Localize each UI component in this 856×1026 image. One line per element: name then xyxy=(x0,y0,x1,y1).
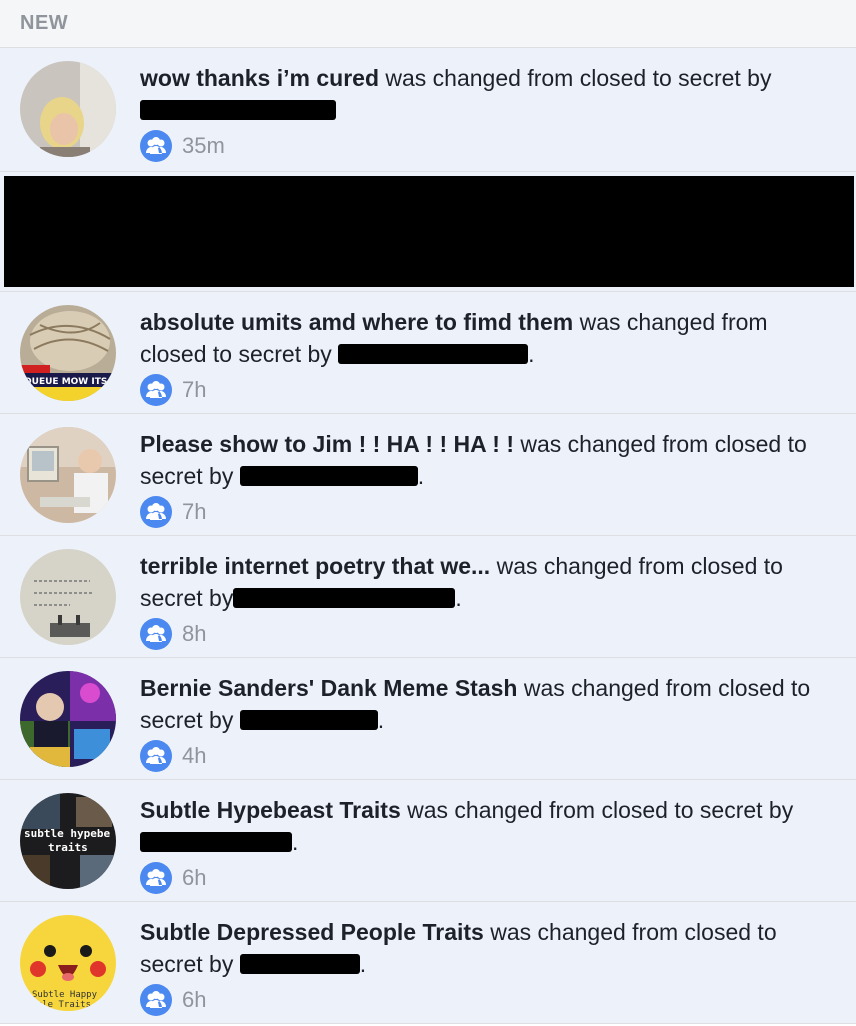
notification-item[interactable]: wow thanks i’m cured was changed from cl… xyxy=(0,48,856,172)
notification-item[interactable]: Bernie Sanders' Dank Meme Stash was chan… xyxy=(0,658,856,780)
notification-meta: 7h xyxy=(140,496,836,528)
group-avatar[interactable] xyxy=(20,671,116,767)
notification-text: terrible internet poetry that we... was … xyxy=(140,553,783,611)
notification-item[interactable]: QUEUE MOW ITS O absolute umits amd where… xyxy=(0,292,856,414)
notification-item[interactable]: Subtle Happy eople Traits Subtle Depress… xyxy=(0,902,856,1024)
group-icon xyxy=(140,374,172,406)
notification-text: Subtle Hypebeast Traits was changed from… xyxy=(140,797,794,855)
notification-meta: 8h xyxy=(140,618,836,650)
svg-text:QUEUE MOW ITS O: QUEUE MOW ITS O xyxy=(24,377,116,387)
redacted-name xyxy=(338,344,529,364)
notification-text: wow thanks i’m cured was changed from cl… xyxy=(140,62,820,126)
svg-text:eople Traits: eople Traits xyxy=(26,1000,91,1010)
group-icon xyxy=(140,130,172,162)
redacted-name xyxy=(140,832,292,852)
group-name[interactable]: Please show to Jim ! ! HA ! ! HA ! ! xyxy=(140,431,514,457)
svg-text:Subtle Happy: Subtle Happy xyxy=(32,990,98,1000)
notification-action: was changed from closed to secret by xyxy=(379,65,772,91)
group-name[interactable]: Subtle Depressed People Traits xyxy=(140,919,484,945)
group-icon xyxy=(140,862,172,894)
notification-text: Subtle Depressed People Traits was chang… xyxy=(140,919,777,977)
group-avatar[interactable]: subtle hypebe traits xyxy=(20,793,116,889)
timestamp: 7h xyxy=(182,499,207,524)
group-icon xyxy=(140,618,172,650)
svg-text:traits: traits xyxy=(48,841,88,854)
section-header-new: NEW xyxy=(0,0,856,48)
group-name[interactable]: Bernie Sanders' Dank Meme Stash xyxy=(140,675,517,701)
notification-meta: 4h xyxy=(140,740,836,772)
notification-meta: 6h xyxy=(140,862,836,894)
group-avatar[interactable]: Subtle Happy eople Traits xyxy=(20,915,116,1011)
timestamp: 4h xyxy=(182,743,207,768)
group-icon xyxy=(140,740,172,772)
redacted-name xyxy=(239,954,360,974)
group-name[interactable]: absolute umits amd where to fimd them xyxy=(140,309,573,335)
timestamp: 6h xyxy=(182,987,207,1012)
group-name[interactable]: Subtle Hypebeast Traits xyxy=(140,797,401,823)
notification-meta: 35m xyxy=(140,130,836,162)
group-avatar[interactable] xyxy=(20,549,116,645)
group-avatar[interactable] xyxy=(20,427,116,523)
group-name[interactable]: terrible internet poetry that we... xyxy=(140,553,490,579)
group-avatar[interactable]: QUEUE MOW ITS O xyxy=(20,305,116,401)
redacted-name xyxy=(239,466,418,486)
redacted-notification xyxy=(0,172,856,292)
notification-item[interactable]: subtle hypebe traits Subtle Hypebeast Tr… xyxy=(0,780,856,902)
notification-item[interactable]: terrible internet poetry that we... was … xyxy=(0,536,856,658)
group-icon xyxy=(140,984,172,1016)
redaction-bar xyxy=(4,176,854,287)
redacted-name xyxy=(140,100,336,120)
group-avatar[interactable] xyxy=(20,61,116,157)
redacted-name xyxy=(233,588,456,608)
redacted-name xyxy=(239,710,378,730)
notification-meta: 6h xyxy=(140,984,836,1016)
timestamp: 8h xyxy=(182,621,207,646)
timestamp: 6h xyxy=(182,865,207,890)
notification-action: was changed from closed to secret by xyxy=(400,797,794,823)
group-icon xyxy=(140,496,172,528)
timestamp: 7h xyxy=(182,377,207,402)
group-name[interactable]: wow thanks i’m cured xyxy=(140,65,379,91)
notification-item[interactable]: Please show to Jim ! ! HA ! ! HA ! ! was… xyxy=(0,414,856,536)
notification-text: Bernie Sanders' Dank Meme Stash was chan… xyxy=(140,675,811,733)
notification-meta: 7h xyxy=(140,374,836,406)
svg-text:subtle hypebe: subtle hypebe xyxy=(24,827,110,840)
notification-text: Please show to Jim ! ! HA ! ! HA ! ! was… xyxy=(140,431,807,489)
timestamp: 35m xyxy=(182,133,225,158)
notification-text: absolute umits amd where to fimd them wa… xyxy=(140,309,768,367)
